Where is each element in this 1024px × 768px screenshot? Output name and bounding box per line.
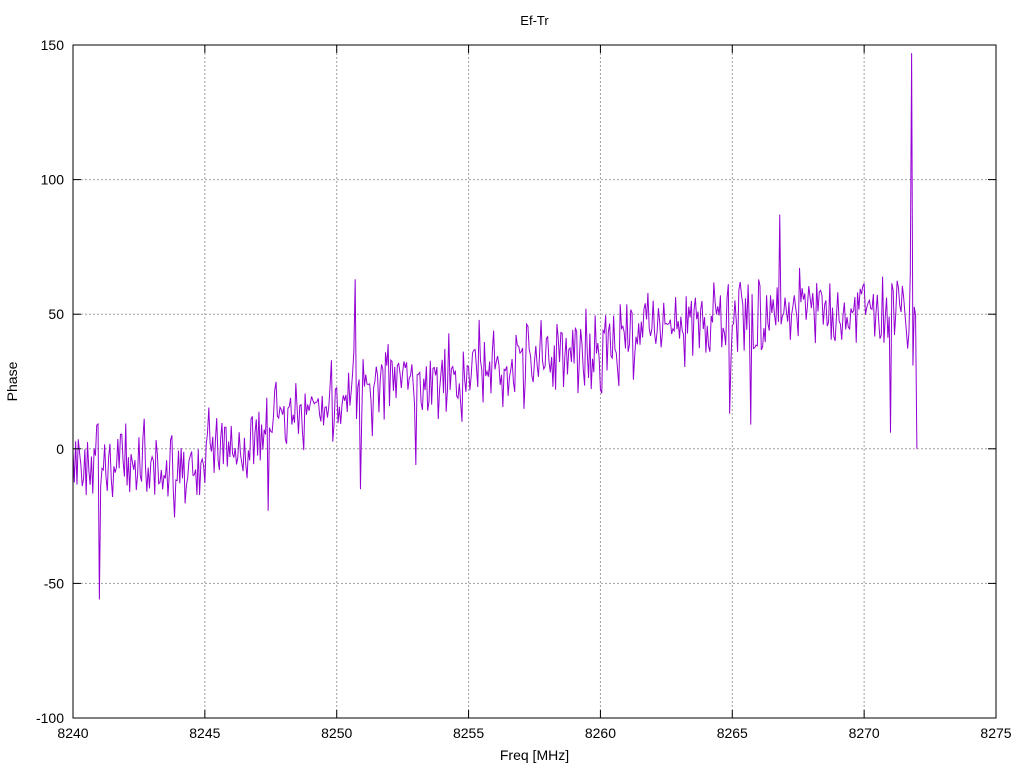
x-tick-label: 8240 <box>57 725 88 741</box>
chart: 8240 8245 8250 8255 8260 8265 8270 8275 -100 -50 0… <box>4 13 1012 763</box>
y-tick-label: 150 <box>41 37 65 53</box>
series-line <box>72 53 918 600</box>
y-tick-label: 100 <box>41 172 65 188</box>
x-axis-label: Freq [MHz] <box>500 747 569 763</box>
x-tick-label: 8245 <box>189 725 220 741</box>
chart-title: Ef-Tr <box>520 13 549 28</box>
x-tick-label: 8260 <box>585 725 616 741</box>
y-axis-label: Phase <box>4 361 20 401</box>
y-tick-label: -100 <box>36 710 64 726</box>
grid <box>73 45 996 718</box>
x-tick-label: 8275 <box>980 725 1011 741</box>
plot-frame <box>72 44 997 719</box>
x-tick-label: 8270 <box>849 725 880 741</box>
x-tick-label: 8255 <box>453 725 484 741</box>
x-tick-label: 8265 <box>717 725 748 741</box>
y-tick-label: 50 <box>48 306 64 322</box>
y-tick-label: 0 <box>56 441 64 457</box>
series-layer <box>72 53 918 600</box>
x-tick-label: 8250 <box>321 725 352 741</box>
y-tick-label: -50 <box>44 575 64 591</box>
